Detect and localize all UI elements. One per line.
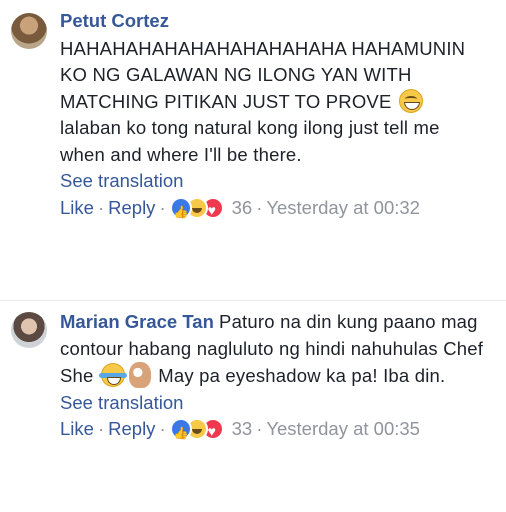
see-translation-link[interactable]: See translation (60, 168, 488, 195)
avatar[interactable] (11, 13, 47, 49)
separator-dot: · (256, 418, 263, 439)
see-translation-link[interactable]: See translation (60, 390, 488, 417)
reactions-summary[interactable] (169, 418, 228, 447)
separator-dot: · (256, 196, 263, 218)
author-name[interactable]: Petut Cortez (60, 8, 488, 35)
comment-body: Marian Grace Tan Paturo na din kung paan… (60, 309, 488, 447)
like-reaction-icon (169, 196, 192, 225)
grinning-face-emoji-icon (398, 88, 423, 113)
timestamp[interactable]: Yesterday at 00:35 (266, 418, 420, 439)
comment-text: HAHAHAHAHAHAHAHAHAHAHA HAHAMUNIN KO NG G… (60, 38, 465, 165)
reactions-summary[interactable] (169, 196, 228, 225)
comment-text-part2: lalaban ko tong natural kong ilong just … (60, 117, 440, 165)
ok-hand-emoji-icon (128, 362, 151, 388)
comment-text-part2: May pa eyeshadow ka pa! Iba din. (158, 365, 446, 386)
like-reaction-icon (169, 418, 192, 447)
reply-link[interactable]: Reply (108, 197, 155, 218)
reaction-count[interactable]: 36 (232, 197, 253, 218)
like-link[interactable]: Like (60, 197, 94, 218)
avatar[interactable] (11, 312, 47, 348)
comment-2: Marian Grace Tan Paturo na din kung paan… (0, 300, 506, 512)
comment-body: Petut Cortez HAHAHAHAHAHAHAHAHAHAHA HAHA… (60, 8, 488, 225)
comment-1: Petut Cortez HAHAHAHAHAHAHAHAHAHAHA HAHA… (0, 0, 506, 300)
like-link[interactable]: Like (60, 418, 94, 439)
comment-actions: Like·Reply·33·Yesterday at 00:35 (60, 416, 488, 447)
author-name[interactable]: Marian Grace Tan (60, 311, 214, 332)
tears-of-joy-emoji-icon (98, 363, 127, 387)
separator-dot: · (97, 418, 105, 439)
timestamp[interactable]: Yesterday at 00:32 (266, 197, 420, 218)
reaction-count[interactable]: 33 (232, 418, 253, 439)
separator-dot: · (159, 196, 166, 218)
comment-actions: Like·Reply·36·Yesterday at 00:32 (60, 195, 488, 225)
separator-dot: · (159, 418, 166, 439)
reply-link[interactable]: Reply (108, 418, 155, 439)
separator-dot: · (97, 196, 105, 218)
